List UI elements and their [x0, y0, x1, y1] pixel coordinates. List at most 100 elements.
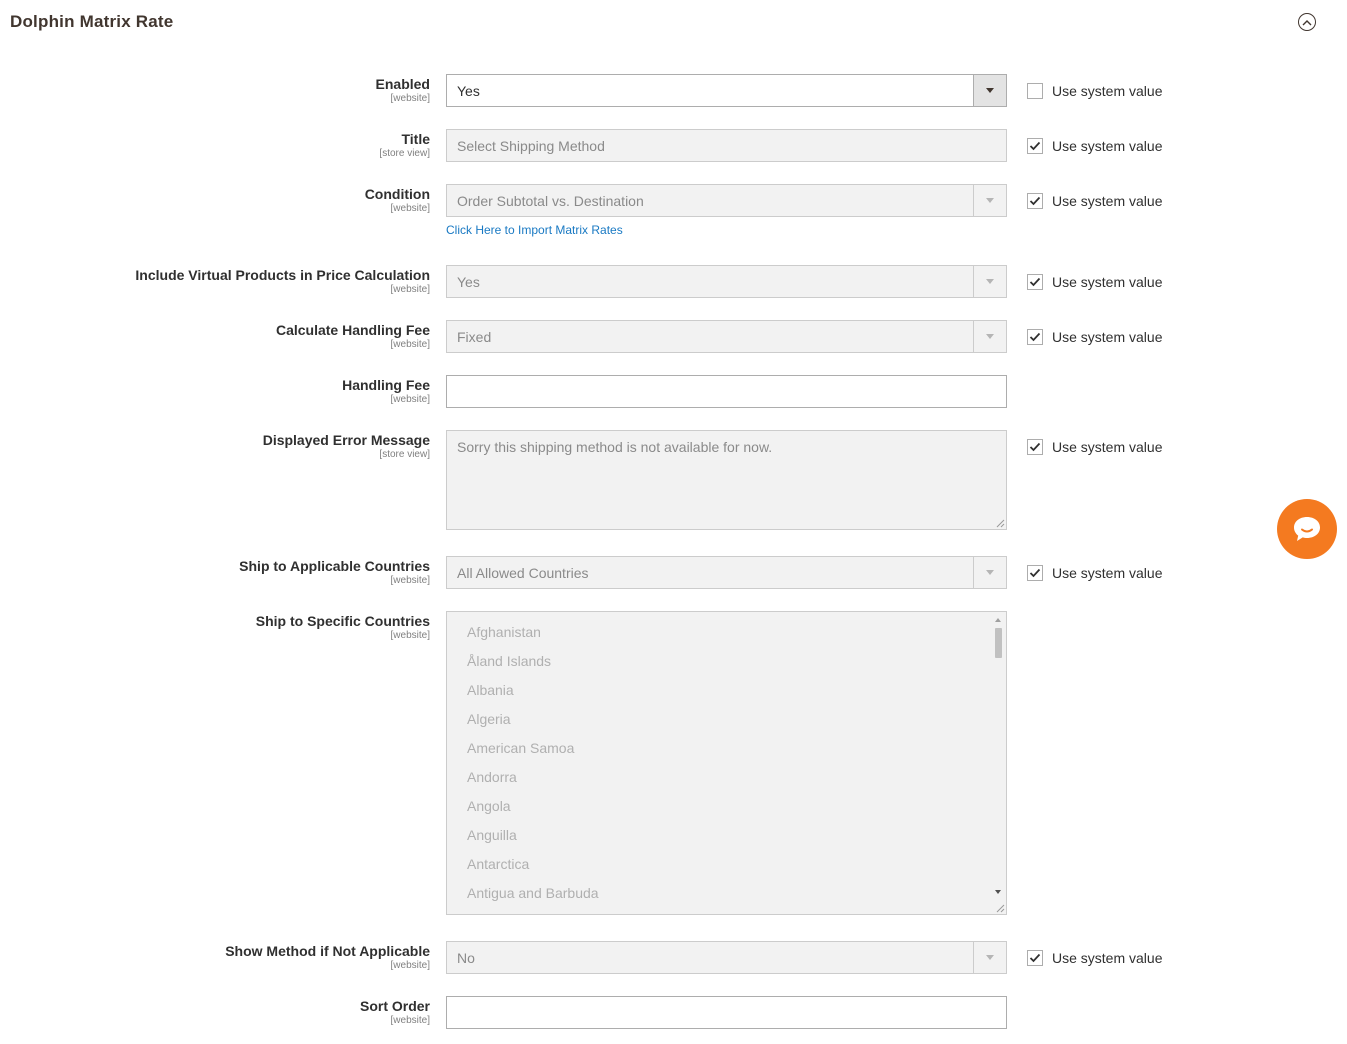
show-method-label: Show Method if Not Applicable	[225, 943, 430, 959]
use-system-label: Use system value	[1052, 950, 1163, 966]
import-matrix-rates-link[interactable]: Click Here to Import Matrix Rates	[446, 223, 623, 237]
ship-applicable-label: Ship to Applicable Countries	[239, 558, 430, 574]
handling-fee-input[interactable]	[446, 375, 1007, 408]
error-message-value: Sorry this shipping method is not availa…	[457, 439, 773, 455]
checkmark-icon	[1029, 141, 1041, 151]
use-system-label: Use system value	[1052, 274, 1163, 290]
ship-applicable-label-block: Ship to Applicable Countries [website]	[239, 558, 430, 587]
include-virtual-use-system[interactable]: Use system value	[1027, 274, 1162, 290]
condition-label-block: Condition [website]	[365, 186, 430, 215]
include-virtual-use-system-checkbox[interactable]	[1027, 274, 1043, 290]
country-option[interactable]: Albania	[467, 682, 514, 698]
multiselect-scrollbar[interactable]	[991, 612, 1006, 914]
handling-fee-scope: [website]	[390, 394, 430, 405]
calc-handling-fee-label: Calculate Handling Fee	[275, 322, 430, 338]
show-method-use-system[interactable]: Use system value	[1027, 950, 1162, 966]
show-method-use-system-checkbox[interactable]	[1027, 950, 1043, 966]
error-message-use-system[interactable]: Use system value	[1027, 439, 1162, 455]
country-option[interactable]: Åland Islands	[467, 653, 551, 669]
chevron-down-icon	[986, 88, 994, 93]
title-use-system-checkbox[interactable]	[1027, 138, 1043, 154]
handling-fee-label-block: Handling Fee [website]	[342, 377, 430, 406]
include-virtual-label: Include Virtual Products in Price Calcul…	[135, 267, 430, 283]
calc-handling-fee-select[interactable]: Fixed	[446, 320, 1007, 353]
condition-use-system-checkbox[interactable]	[1027, 193, 1043, 209]
show-method-label-block: Show Method if Not Applicable [website]	[225, 943, 430, 972]
chat-widget-button[interactable]	[1277, 499, 1337, 559]
sort-order-input[interactable]	[446, 996, 1007, 1029]
condition-use-system[interactable]: Use system value	[1027, 193, 1162, 209]
checkmark-icon	[1029, 442, 1041, 452]
checkmark-icon	[1029, 332, 1041, 342]
chevron-down-icon	[986, 198, 994, 203]
condition-scope: [website]	[390, 203, 430, 214]
sort-order-label: Sort Order	[359, 998, 430, 1014]
include-virtual-scope: [website]	[390, 284, 430, 295]
country-option[interactable]: Anguilla	[467, 827, 517, 843]
error-message-textarea[interactable]: Sorry this shipping method is not availa…	[446, 430, 1007, 530]
calc-handling-fee-dropdown-toggle[interactable]	[973, 321, 1006, 352]
show-method-select[interactable]: No	[446, 941, 1007, 974]
show-method-dropdown-toggle[interactable]	[973, 942, 1006, 973]
calc-handling-fee-use-system-checkbox[interactable]	[1027, 329, 1043, 345]
enabled-label-block: Enabled [website]	[376, 76, 430, 105]
title-label-block: Title [store view]	[379, 131, 430, 160]
resize-grip-icon[interactable]	[996, 904, 1005, 913]
condition-select[interactable]: Order Subtotal vs. Destination	[446, 184, 1007, 217]
use-system-label: Use system value	[1052, 565, 1163, 581]
chat-bubble-icon	[1294, 517, 1320, 541]
country-option[interactable]: Antarctica	[467, 856, 529, 872]
ship-specific-scope: [website]	[390, 630, 430, 641]
calc-handling-fee-scope: [website]	[390, 339, 430, 350]
scroll-up-icon[interactable]	[995, 618, 1001, 622]
title-scope: [store view]	[379, 148, 430, 159]
enabled-use-system[interactable]: Use system value	[1027, 83, 1162, 99]
ship-applicable-use-system-checkbox[interactable]	[1027, 565, 1043, 581]
use-system-label: Use system value	[1052, 193, 1163, 209]
error-message-scope: [store view]	[379, 449, 430, 460]
ship-specific-multiselect[interactable]: Afghanistan Åland Islands Albania Algeri…	[446, 611, 1007, 915]
checkmark-icon	[1029, 568, 1041, 578]
ship-specific-label: Ship to Specific Countries	[255, 613, 430, 629]
use-system-label: Use system value	[1052, 138, 1163, 154]
title-use-system[interactable]: Use system value	[1027, 138, 1162, 154]
country-option[interactable]: Antigua and Barbuda	[467, 885, 599, 901]
title-value: Select Shipping Method	[457, 137, 605, 154]
include-virtual-label-block: Include Virtual Products in Price Calcul…	[135, 267, 430, 296]
enabled-use-system-checkbox[interactable]	[1027, 83, 1043, 99]
use-system-label: Use system value	[1052, 439, 1163, 455]
checkmark-icon	[1029, 953, 1041, 963]
section-title[interactable]: Dolphin Matrix Rate	[10, 12, 173, 32]
calc-handling-fee-value: Fixed	[457, 328, 492, 345]
chevron-down-icon	[986, 570, 994, 575]
chevron-down-icon	[986, 279, 994, 284]
chevron-up-icon	[1302, 19, 1312, 25]
country-option[interactable]: Afghanistan	[467, 624, 541, 640]
include-virtual-dropdown-toggle[interactable]	[973, 266, 1006, 297]
include-virtual-select[interactable]: Yes	[446, 265, 1007, 298]
ship-applicable-scope: [website]	[390, 575, 430, 586]
sort-order-label-block: Sort Order [website]	[360, 998, 430, 1027]
ship-applicable-use-system[interactable]: Use system value	[1027, 565, 1162, 581]
enabled-select[interactable]: Yes	[446, 74, 1007, 107]
enabled-value: Yes	[457, 82, 480, 99]
calc-handling-fee-use-system[interactable]: Use system value	[1027, 329, 1162, 345]
resize-grip-icon[interactable]	[996, 519, 1005, 528]
country-option[interactable]: Algeria	[467, 711, 511, 727]
scrollbar-thumb[interactable]	[995, 628, 1002, 658]
scroll-down-icon[interactable]	[995, 890, 1001, 894]
condition-dropdown-toggle[interactable]	[973, 185, 1006, 216]
ship-applicable-select[interactable]: All Allowed Countries	[446, 556, 1007, 589]
country-option[interactable]: Angola	[467, 798, 511, 814]
title-input[interactable]: Select Shipping Method	[446, 129, 1007, 162]
enabled-dropdown-toggle[interactable]	[973, 75, 1006, 106]
country-option[interactable]: Andorra	[467, 769, 517, 785]
country-option[interactable]: American Samoa	[467, 740, 574, 756]
calc-handling-fee-label-block: Calculate Handling Fee [website]	[276, 322, 430, 351]
collapse-section-button[interactable]	[1298, 13, 1316, 31]
include-virtual-value: Yes	[457, 273, 480, 290]
condition-label: Condition	[364, 186, 430, 202]
ship-applicable-dropdown-toggle[interactable]	[973, 557, 1006, 588]
ship-specific-label-block: Ship to Specific Countries [website]	[256, 613, 430, 642]
error-message-use-system-checkbox[interactable]	[1027, 439, 1043, 455]
